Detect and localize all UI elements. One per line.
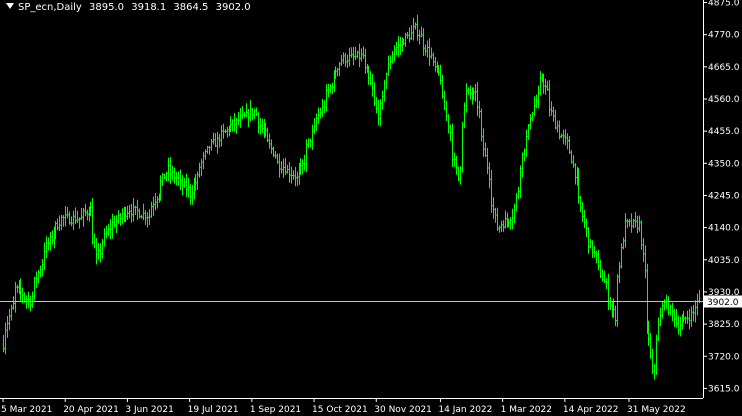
price-tick-label: 4770.0 xyxy=(708,31,740,41)
price-tick-label: 4665.0 xyxy=(708,63,740,73)
price-tick-label: 4560.0 xyxy=(708,95,740,105)
price-tick-label: 4035.0 xyxy=(708,256,740,266)
price-chart[interactable]: 4875.0 4770.0 4665.0 4560.0 4455.0 4350.0 4245… xyxy=(0,0,742,416)
time-tick-label: 5 Mar 2021 xyxy=(1,405,52,415)
time-tick-label: 15 Oct 2021 xyxy=(312,405,368,415)
time-tick-label: 1 Mar 2022 xyxy=(501,405,552,415)
time-tick-label: 20 Apr 2021 xyxy=(63,405,119,415)
price-tick-label: 4455.0 xyxy=(708,127,740,137)
time-tick-label: 1 Sep 2021 xyxy=(250,405,301,415)
price-tick-label: 4350.0 xyxy=(708,159,740,169)
time-tick-label: 14 Jan 2022 xyxy=(438,405,492,415)
price-tick-label: 3825.0 xyxy=(708,320,740,330)
price-tick-label: 4875.0 xyxy=(708,0,740,9)
time-tick-label: 19 Jul 2021 xyxy=(188,405,239,415)
price-tick-label: 3615.0 xyxy=(708,384,740,394)
price-tick-label: 3720.0 xyxy=(708,352,740,362)
time-tick-label: 30 Nov 2021 xyxy=(374,405,432,415)
time-tick-label: 31 May 2022 xyxy=(627,405,686,415)
current-price-label: 3902.0 xyxy=(707,298,739,308)
time-tick-label: 14 Apr 2022 xyxy=(563,405,619,415)
price-tick-label: 4245.0 xyxy=(708,191,740,201)
price-tick-label: 4140.0 xyxy=(708,224,740,234)
time-tick-label: 3 Jun 2021 xyxy=(125,405,173,415)
